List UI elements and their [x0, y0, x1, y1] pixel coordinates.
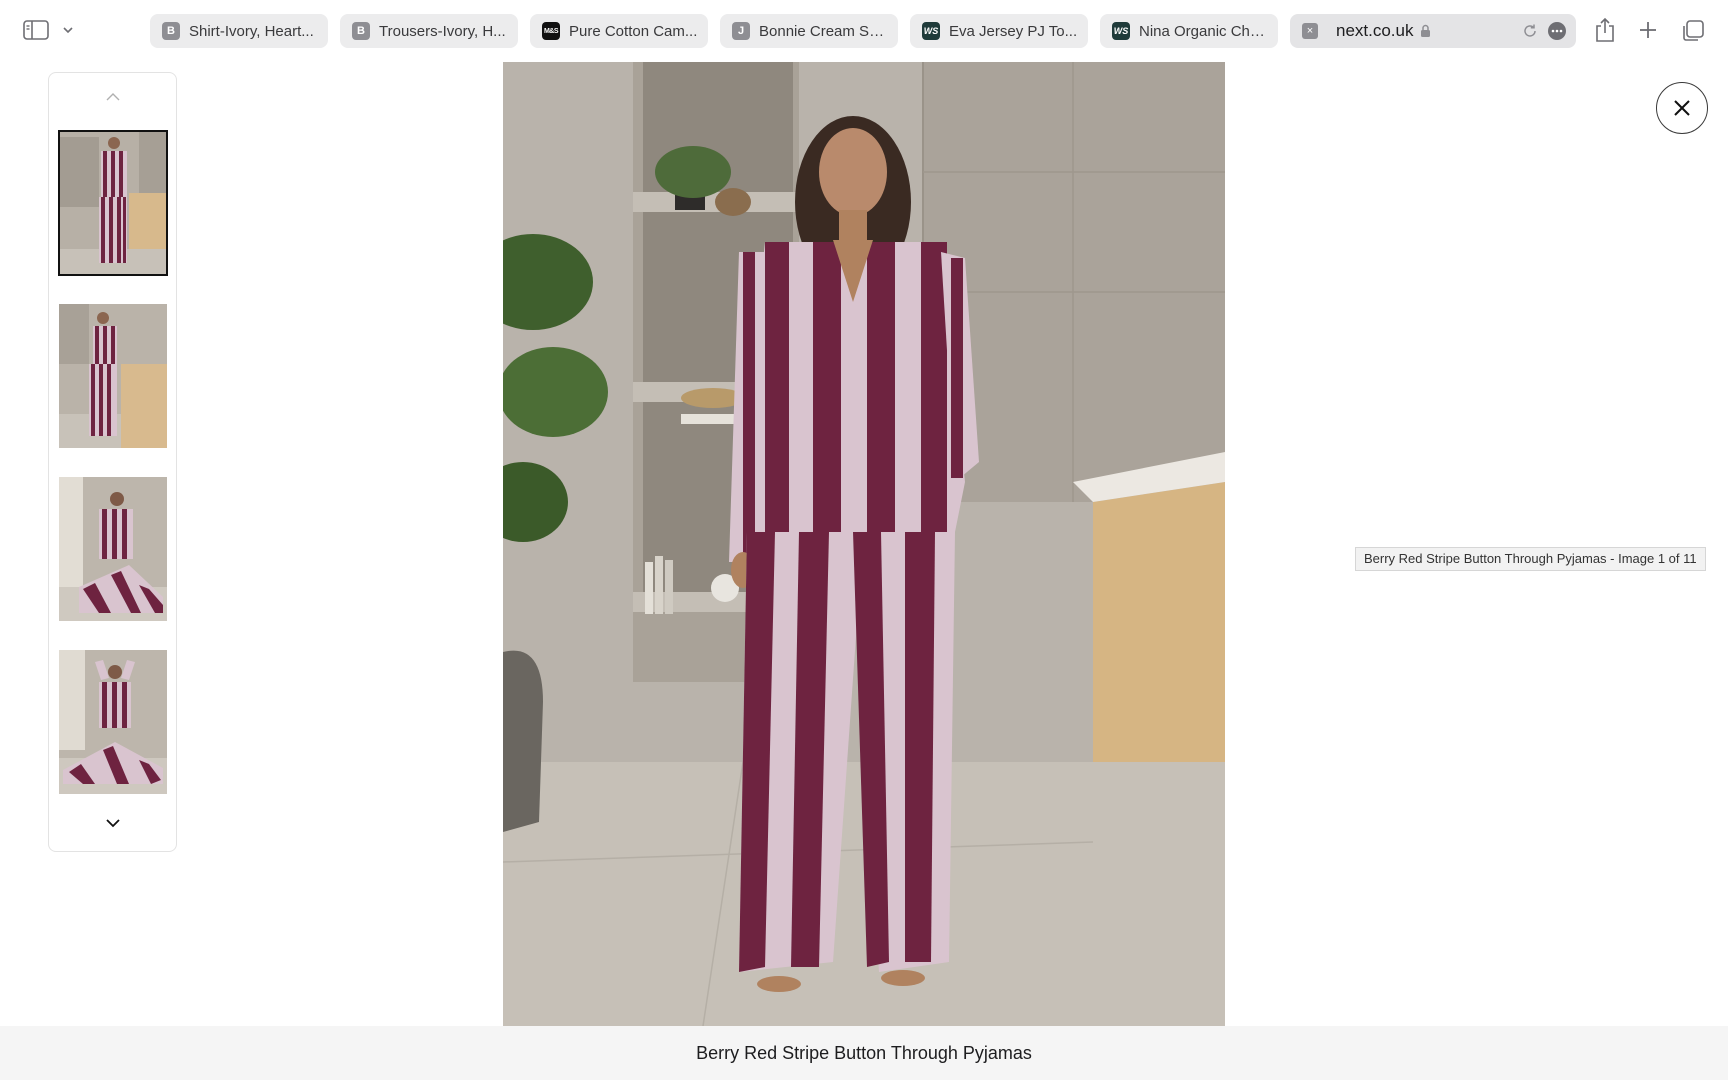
b-icon: B [352, 22, 370, 40]
image-tooltip: Berry Red Stripe Button Through Pyjamas … [1355, 547, 1706, 571]
browser-tab[interactable]: B Trousers-Ivory, H... [340, 14, 518, 48]
tab-label: Shirt-Ivory, Heart... [189, 22, 314, 40]
b-icon: B [162, 22, 180, 40]
chevron-down-icon[interactable] [99, 817, 127, 837]
browser-tab[interactable]: B Shirt-Ivory, Heart... [150, 14, 328, 48]
thumbnail-1[interactable] [58, 130, 168, 276]
active-tab-address-bar[interactable]: × next.co.uk [1290, 14, 1576, 48]
thumbnail-4[interactable] [59, 650, 167, 794]
tab-label: Bonnie Cream Sa... [759, 22, 888, 40]
close-icon [1674, 100, 1690, 116]
ws-icon: WS [922, 22, 940, 40]
new-tab-plus-icon[interactable] [1636, 18, 1660, 42]
tab-label: Pure Cotton Cam... [569, 22, 698, 40]
tab-label: Trousers-Ivory, H... [379, 22, 506, 40]
close-tab-icon[interactable]: × [1302, 23, 1318, 39]
reload-icon[interactable] [1522, 23, 1538, 39]
sidebar-toggle-icon[interactable] [22, 18, 50, 42]
tab-label: Eva Jersey PJ To... [949, 22, 1078, 40]
tab-label: Nina Organic Che... [1139, 22, 1268, 40]
chevron-down-icon[interactable] [60, 22, 76, 38]
url-text[interactable]: next.co.uk [1336, 21, 1414, 41]
image-caption-bar: Berry Red Stripe Button Through Pyjamas [0, 1026, 1728, 1080]
browser-tab[interactable]: J Bonnie Cream Sa... [720, 14, 898, 48]
thumbnail-rail [48, 72, 177, 852]
more-options-icon[interactable] [1548, 22, 1566, 40]
browser-tab[interactable]: WS Nina Organic Che... [1100, 14, 1278, 48]
close-viewer-button[interactable] [1656, 82, 1708, 134]
thumbnail-2[interactable] [59, 304, 167, 448]
browser-tab[interactable]: M&S Pure Cotton Cam... [530, 14, 708, 48]
lock-icon [1420, 24, 1431, 38]
tab-overview-icon[interactable] [1680, 18, 1706, 44]
main-product-image[interactable] [503, 62, 1225, 1026]
ws-icon: WS [1112, 22, 1130, 40]
product-caption: Berry Red Stripe Button Through Pyjamas [696, 1042, 1032, 1063]
j-icon: J [732, 22, 750, 40]
thumbnail-3[interactable] [59, 477, 167, 621]
browser-tab[interactable]: WS Eva Jersey PJ To... [910, 14, 1088, 48]
ms-icon: M&S [542, 22, 560, 40]
chevron-up-icon[interactable] [99, 91, 127, 111]
share-icon[interactable] [1592, 16, 1618, 44]
browser-toolbar: B Shirt-Ivory, Heart... B Trousers-Ivory… [0, 0, 1728, 62]
